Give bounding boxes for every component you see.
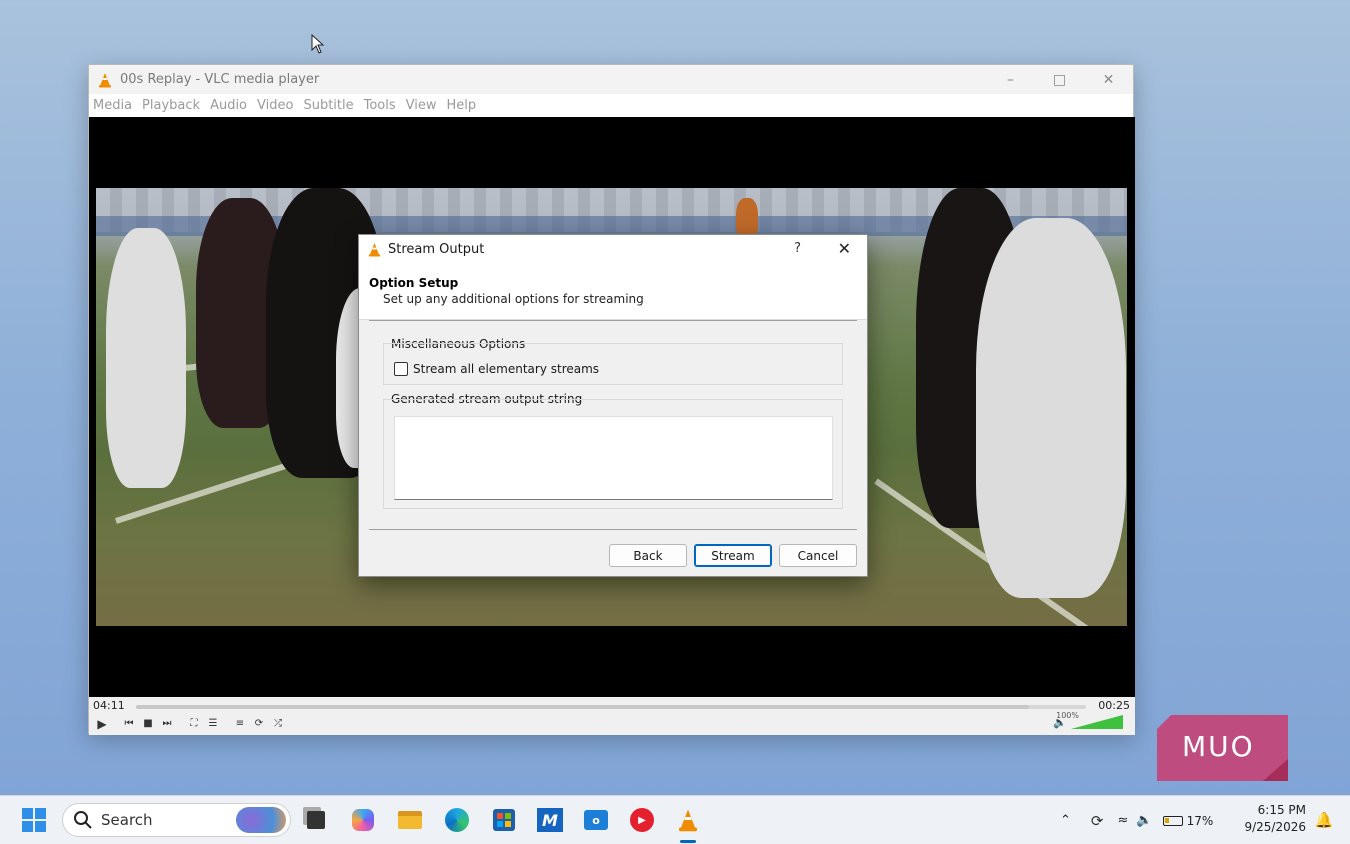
cancel-button[interactable]: Cancel: [779, 544, 857, 567]
muo-logo: MUO: [1157, 715, 1288, 781]
footer-divider: [369, 529, 857, 530]
header-divider: [369, 320, 857, 321]
close-button[interactable]: ✕: [1084, 65, 1133, 94]
menu-video[interactable]: Video: [257, 98, 293, 113]
fullscreen-icon[interactable]: ⛶: [185, 715, 203, 732]
output-string-field[interactable]: [394, 416, 833, 500]
next-icon[interactable]: ⏭: [158, 715, 176, 732]
stream-all-es-checkbox[interactable]: [394, 362, 408, 376]
clock-time: 6:15 PM: [1257, 803, 1306, 817]
app-icon[interactable]: M: [536, 806, 564, 834]
back-button[interactable]: Back: [609, 544, 687, 567]
stream-output-dialog: Stream Output ? ✕ Option Setup Set up an…: [358, 234, 868, 577]
dialog-close-button[interactable]: ✕: [838, 239, 851, 258]
menu-media[interactable]: Media: [93, 98, 132, 113]
taskbar: Search M o ▶ ⌃ ⟳ ≈ 🔈 17% 6:15 PM 9/25/20…: [0, 795, 1350, 844]
stream-button[interactable]: Stream: [694, 544, 772, 567]
remaining-time[interactable]: 00:25: [1098, 699, 1130, 712]
menu-view[interactable]: View: [406, 98, 437, 113]
wizard-step-title: Option Setup: [369, 276, 459, 290]
show-hidden-icons-icon[interactable]: ⌃: [1060, 813, 1071, 828]
loop-icon[interactable]: ⟳: [250, 715, 268, 732]
windows-logo-icon: [22, 808, 46, 832]
notification-icon[interactable]: 🔔: [1310, 806, 1338, 834]
clock[interactable]: 6:15 PM 9/25/2026: [1244, 802, 1306, 836]
vlc-cone-icon: [99, 72, 111, 87]
copilot-icon[interactable]: [349, 806, 377, 834]
vlc-taskbar-icon[interactable]: [674, 806, 702, 834]
previous-icon[interactable]: ⏮: [120, 715, 138, 732]
menu-playback[interactable]: Playback: [142, 98, 200, 113]
menu-bar: Media Playback Audio Video Subtitle Tool…: [89, 94, 1133, 117]
help-button[interactable]: ?: [794, 241, 801, 256]
battery-percent: 17%: [1186, 813, 1214, 828]
stop-icon[interactable]: ■: [139, 715, 157, 732]
menu-tools[interactable]: Tools: [364, 98, 396, 113]
maximize-button[interactable]: □: [1035, 65, 1084, 94]
start-button[interactable]: [20, 806, 48, 834]
vlc-title-bar[interactable]: 00s Replay - VLC media player – □ ✕: [89, 65, 1133, 94]
sync-icon[interactable]: ⟳: [1091, 812, 1104, 830]
vlc-active-indicator: [680, 840, 696, 843]
dialog-title-bar[interactable]: Stream Output ? ✕: [359, 235, 867, 264]
extended-settings-icon[interactable]: ☰: [204, 715, 222, 732]
volume-control[interactable]: 100% 🔈: [1053, 711, 1123, 729]
vlc-cone-icon: [368, 242, 381, 257]
task-view-icon[interactable]: [302, 806, 330, 834]
system-tray: ⌃ ⟳ ≈ 🔈 17%: [1060, 796, 1213, 844]
elapsed-time[interactable]: 04:11: [93, 699, 125, 712]
wizard-header: Option Setup Set up any additional optio…: [359, 264, 867, 320]
volume-icon[interactable]: 🔈: [1136, 813, 1152, 828]
menu-subtitle[interactable]: Subtitle: [303, 98, 353, 113]
menu-audio[interactable]: Audio: [210, 98, 247, 113]
svg-text:MUO: MUO: [1182, 730, 1255, 763]
minimize-button[interactable]: –: [986, 65, 1035, 94]
dialog-title: Stream Output: [388, 242, 485, 257]
playlist-icon[interactable]: ≡: [231, 715, 249, 732]
search-icon: [74, 811, 92, 829]
store-icon[interactable]: [490, 806, 518, 834]
wizard-step-subtitle: Set up any additional options for stream…: [383, 292, 644, 306]
edge-icon[interactable]: [443, 806, 471, 834]
search-highlight-icon: [236, 807, 286, 833]
file-explorer-icon[interactable]: [396, 806, 424, 834]
menu-help[interactable]: Help: [447, 98, 477, 113]
wifi-icon[interactable]: ≈: [1117, 813, 1128, 828]
window-title: 00s Replay - VLC media player: [120, 72, 320, 87]
stream-all-es-label[interactable]: Stream all elementary streams: [413, 362, 599, 376]
playback-controls: 04:11 00:25 ▶ ⏮ ■ ⏭ ⛶ ☰ ≡ ⟳ ⤮ 100% 🔈: [89, 697, 1135, 735]
taskbar-search[interactable]: Search: [62, 803, 291, 837]
outlook-icon[interactable]: o: [582, 806, 610, 834]
seek-bar-fill: [136, 705, 1029, 709]
search-label: Search: [101, 811, 153, 829]
battery-icon[interactable]: [1162, 815, 1183, 826]
mouse-pointer-icon: [311, 34, 325, 54]
play-button[interactable]: ▶: [93, 715, 111, 732]
volume-percent: 100%: [1056, 711, 1079, 720]
clock-date: 9/25/2026: [1244, 820, 1306, 834]
youtube-music-icon[interactable]: ▶: [628, 806, 656, 834]
seek-bar[interactable]: [136, 705, 1086, 709]
shuffle-icon[interactable]: ⤮: [269, 715, 287, 732]
vlc-cone-icon: [679, 809, 697, 832]
